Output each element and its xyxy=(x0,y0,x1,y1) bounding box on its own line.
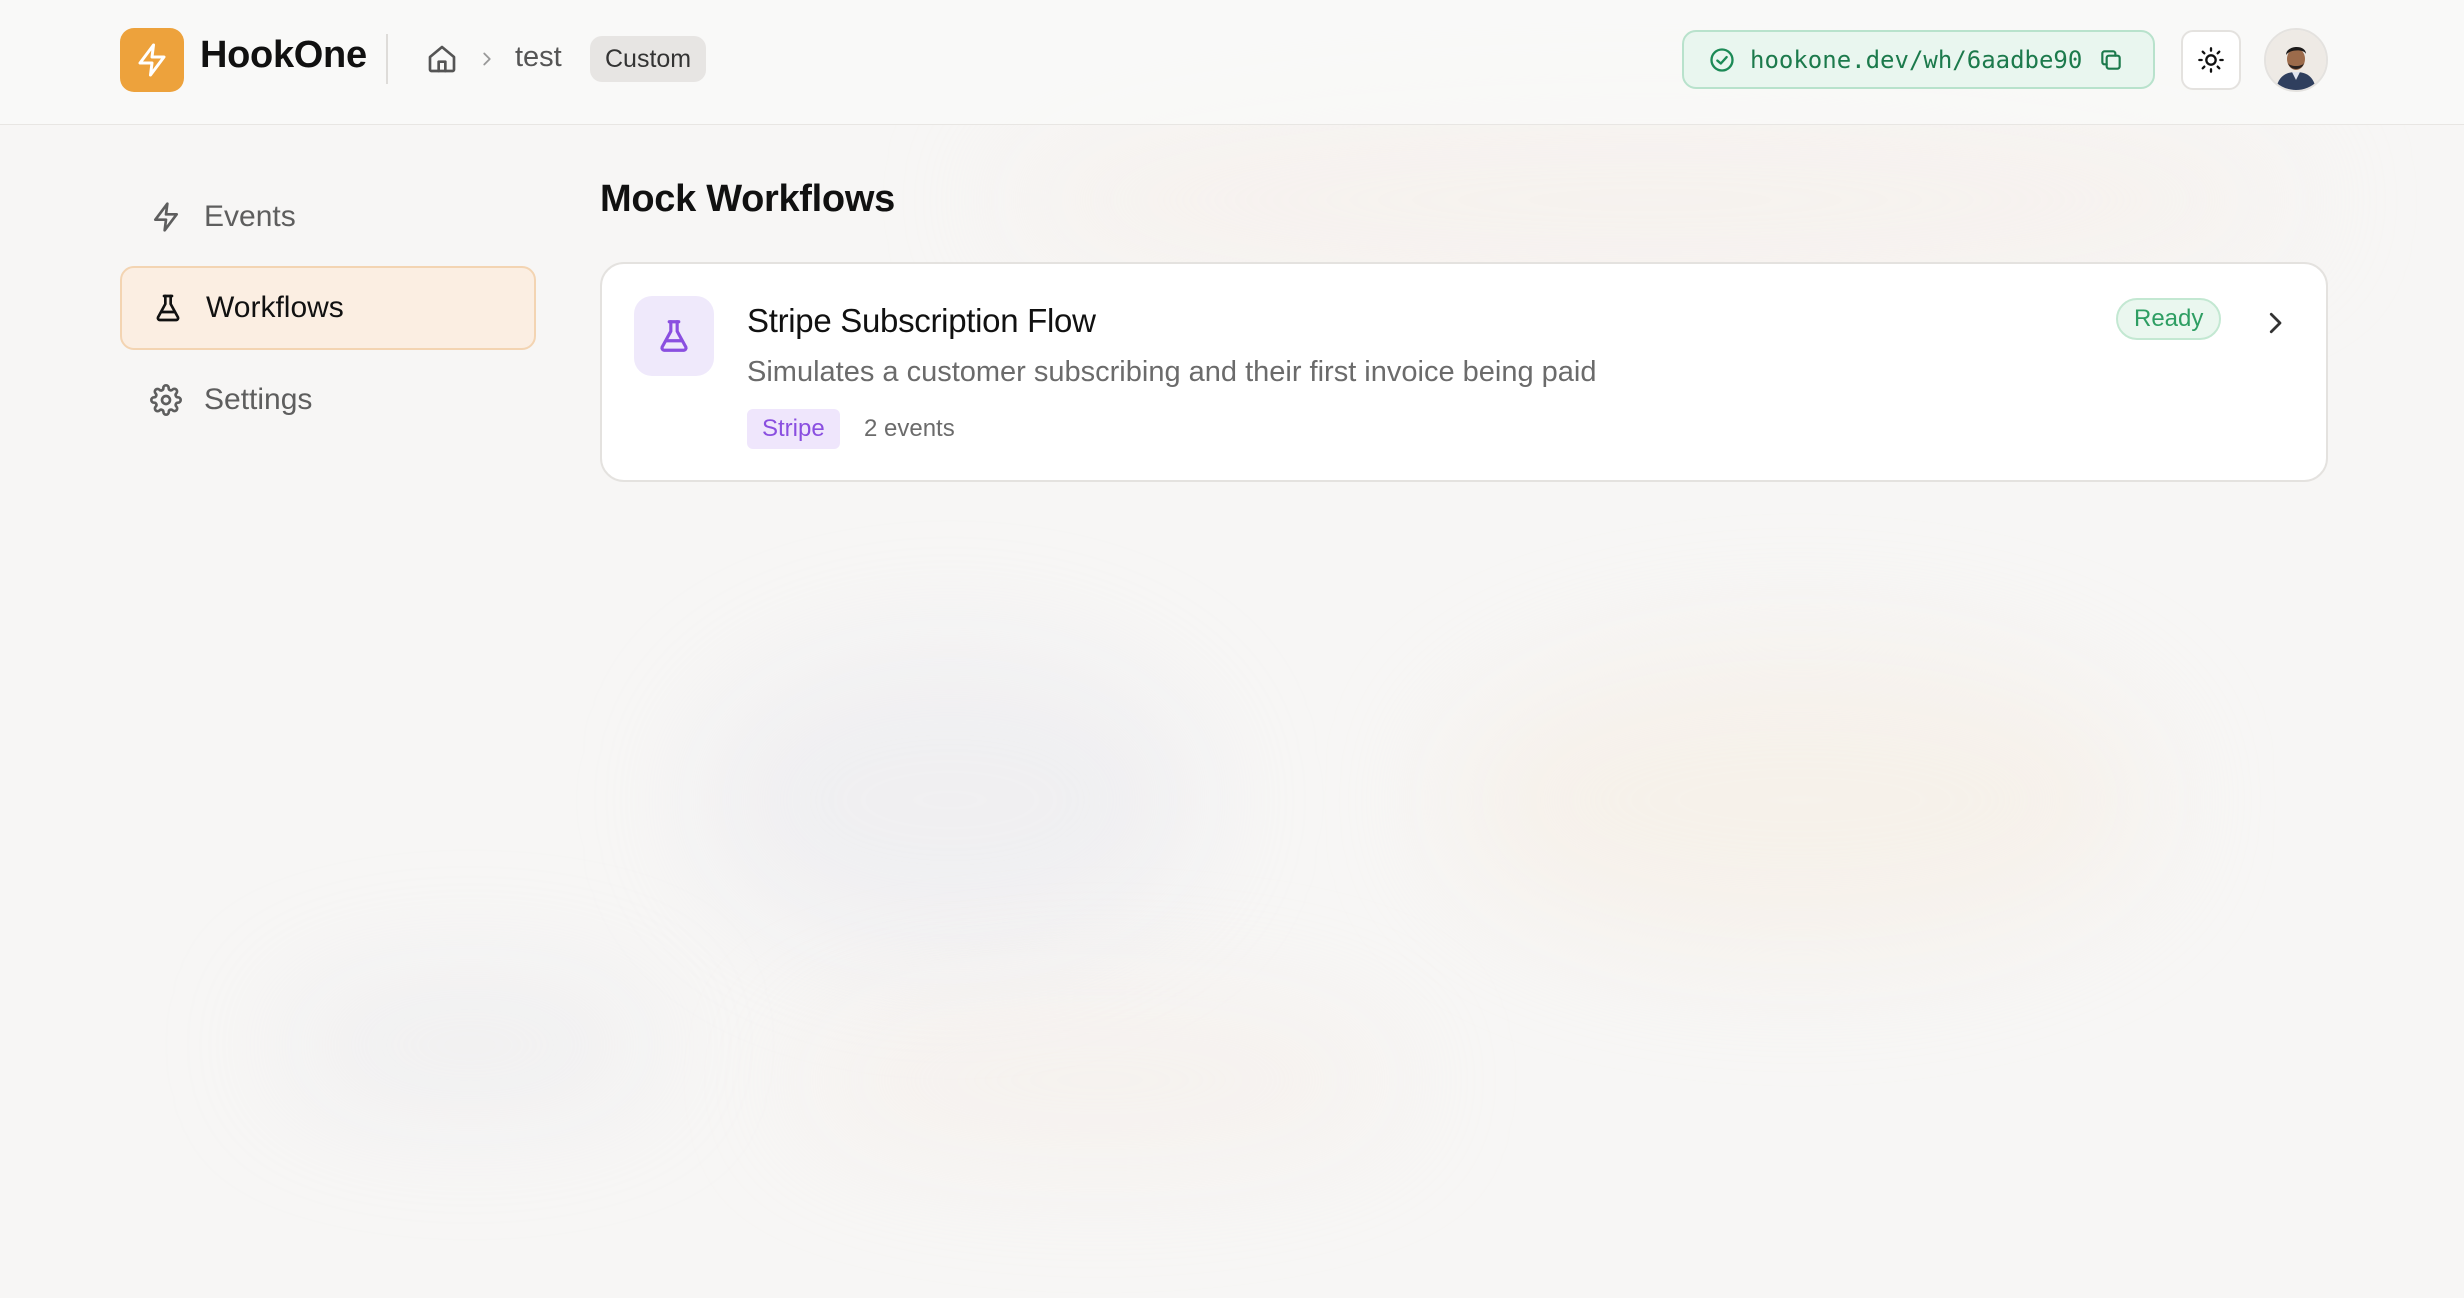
chevron-right-icon[interactable] xyxy=(2260,308,2290,338)
home-icon[interactable] xyxy=(426,43,458,75)
sidebar-item-label: Workflows xyxy=(206,291,344,324)
webhook-url-pill[interactable]: hookone.dev/wh/6aadbe90 xyxy=(1682,30,2155,89)
workflow-card[interactable]: Stripe Subscription Flow Simulates a cus… xyxy=(600,262,2328,482)
sidebar-item-workflows[interactable]: Workflows xyxy=(120,266,536,350)
app-logo[interactable] xyxy=(120,28,184,92)
workflow-description: Simulates a customer subscribing and the… xyxy=(747,356,1597,388)
chevron-right-icon xyxy=(483,52,491,66)
user-avatar[interactable] xyxy=(2264,28,2328,92)
workflow-icon-tile xyxy=(634,296,714,376)
workflow-title: Stripe Subscription Flow xyxy=(747,302,1096,339)
lightning-icon xyxy=(138,43,166,77)
gear-icon xyxy=(150,384,182,416)
flask-icon xyxy=(660,320,688,352)
status-badge: Ready xyxy=(2116,298,2222,340)
page-title: Mock Workflows xyxy=(600,178,895,220)
event-count: 2 events xyxy=(864,415,955,442)
provider-tag: Stripe xyxy=(747,409,840,449)
sidebar-item-label: Events xyxy=(204,200,296,233)
top-bar: HookOne test Custom hookone.dev/wh/6aadb… xyxy=(0,0,2464,125)
sidebar-item-settings[interactable]: Settings xyxy=(120,358,536,442)
copy-icon[interactable] xyxy=(2098,47,2124,73)
user-photo-icon xyxy=(2266,30,2326,90)
flask-icon xyxy=(156,294,180,322)
theme-toggle-button[interactable] xyxy=(2181,30,2241,90)
lightning-icon xyxy=(154,202,178,232)
sun-icon xyxy=(2198,47,2224,73)
check-circle-icon xyxy=(1710,47,1734,72)
header-divider xyxy=(386,34,388,84)
project-type-badge: Custom xyxy=(590,36,707,82)
sidebar-item-events[interactable]: Events xyxy=(120,175,536,259)
app-name: HookOne xyxy=(200,34,367,76)
webhook-url: hookone.dev/wh/6aadbe90 xyxy=(1750,45,2083,74)
sidebar-item-label: Settings xyxy=(204,383,313,416)
breadcrumb-project[interactable]: test xyxy=(515,41,562,74)
